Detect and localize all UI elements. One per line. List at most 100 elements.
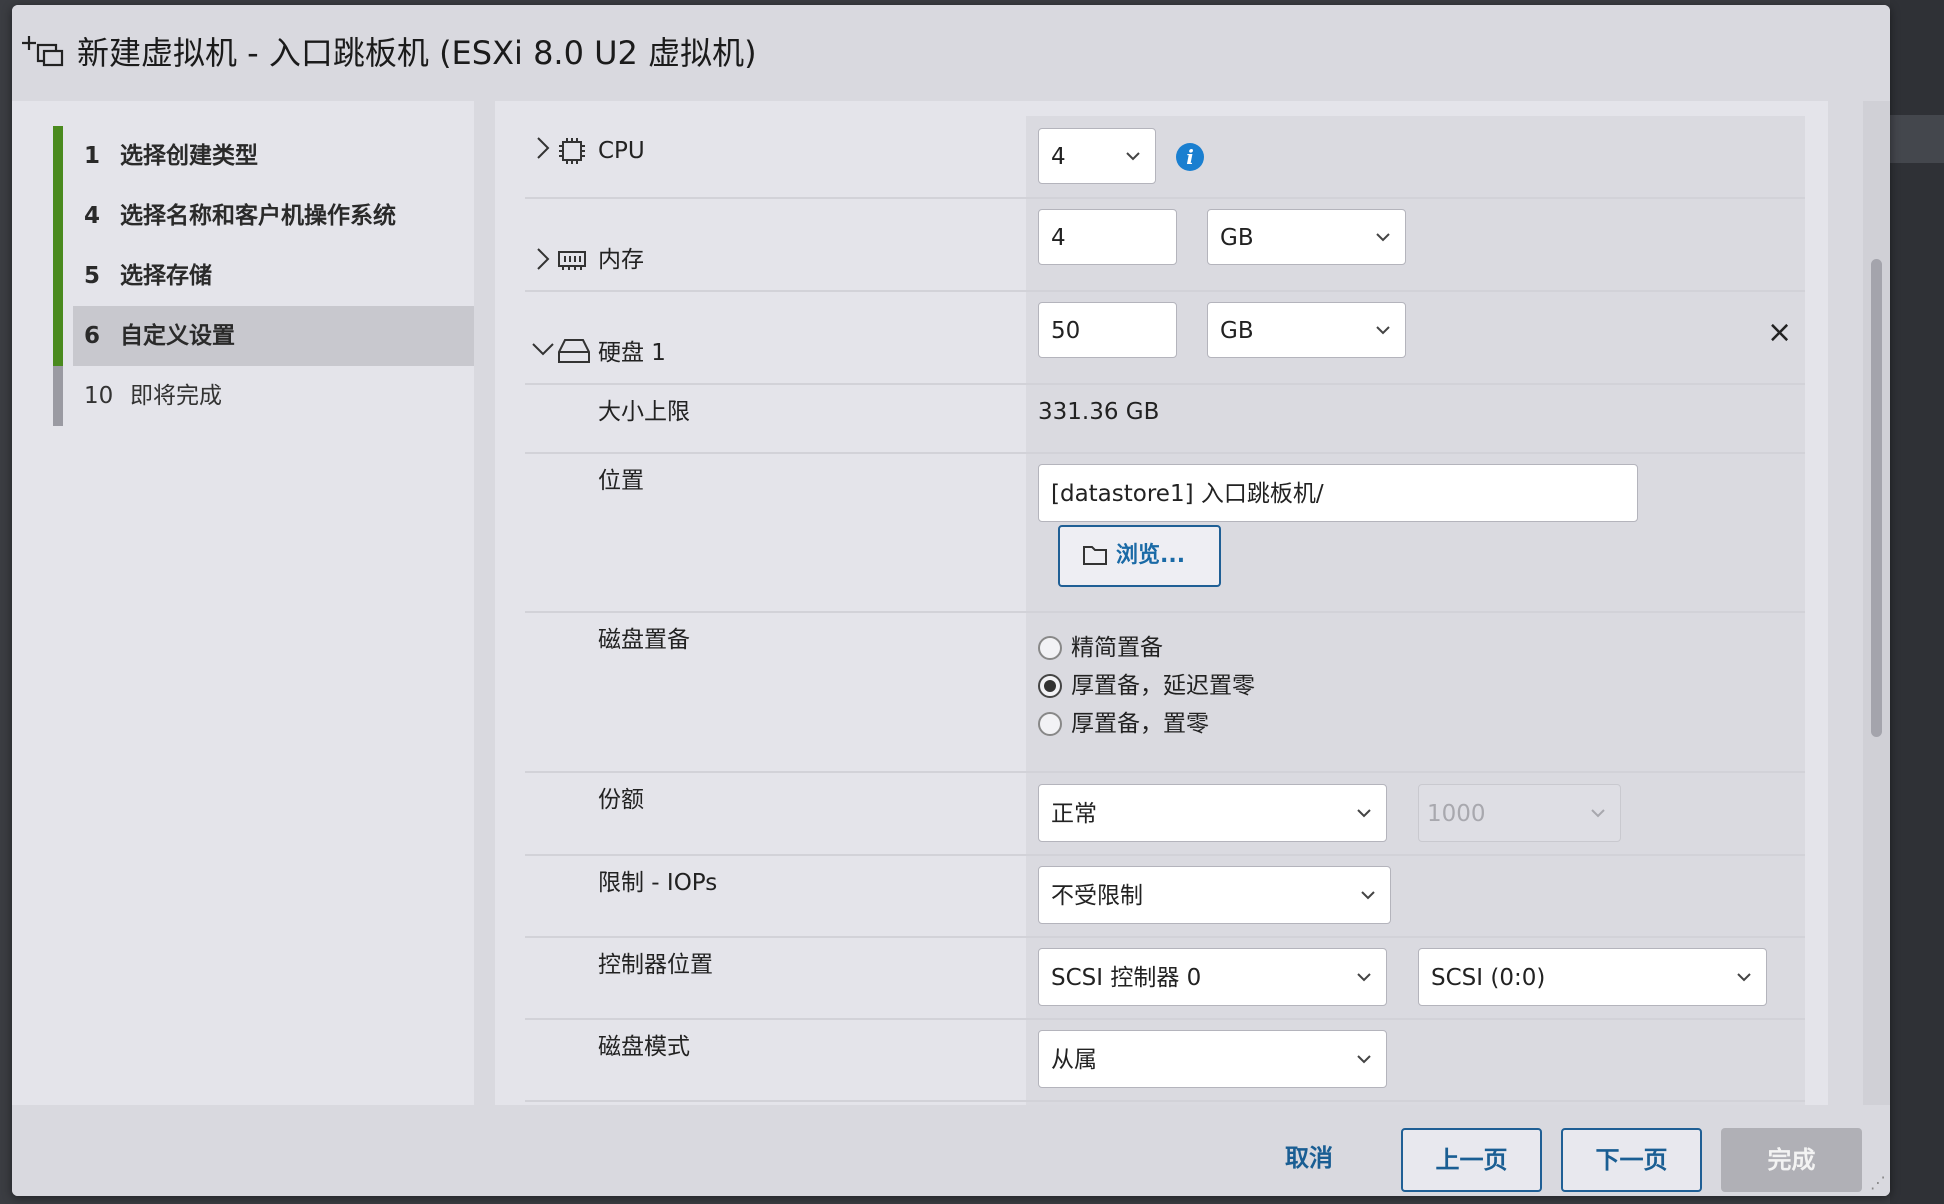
radio-button[interactable] bbox=[1038, 712, 1062, 736]
chevron-down-icon bbox=[1590, 785, 1606, 867]
info-icon[interactable]: i bbox=[1176, 143, 1204, 171]
wizard-step-5[interactable]: 5 选择存储 bbox=[53, 246, 474, 306]
row-value-cell: 精简置备 厚置备，延迟置零 厚置备，置零 bbox=[1026, 613, 1805, 771]
wizard-step-4[interactable]: 4 选择名称和客户机操作系统 bbox=[53, 186, 474, 246]
memory-label: 内存 bbox=[598, 247, 644, 273]
memory-size-input[interactable]: 4 bbox=[1038, 209, 1177, 265]
row-value-cell: 50 GB × bbox=[1026, 292, 1805, 383]
select-value: 正常 bbox=[1051, 801, 1097, 827]
max-size-value: 331.36 GB bbox=[1038, 399, 1160, 425]
cpu-icon bbox=[559, 138, 585, 164]
select-value: 从属 bbox=[1051, 1047, 1097, 1073]
chevron-down-icon bbox=[1375, 210, 1391, 289]
chevron-down-icon bbox=[1736, 949, 1752, 1031]
controller-location-row: 控制器位置 SCSI 控制器 0 SCSI (0:0) bbox=[525, 938, 1805, 1020]
row-label-cell: 磁盘模式 bbox=[525, 1020, 1024, 1100]
step-number: 4 bbox=[84, 203, 101, 229]
row-label-cell: 硬盘 1 bbox=[525, 292, 1024, 383]
row-value-cell: 不受限制 bbox=[1026, 856, 1805, 936]
select-value: 1000 bbox=[1427, 801, 1486, 827]
chevron-down-icon bbox=[1356, 785, 1372, 867]
new-vm-dialog: 新建虚拟机 - 入口跳板机 (ESXi 8.0 U2 虚拟机) 1 选择创建类型… bbox=[12, 5, 1890, 1196]
wizard-step-10[interactable]: 10 即将完成 bbox=[53, 366, 474, 426]
row-label-cell: CPU bbox=[525, 116, 1024, 197]
select-value: SCSI (0:0) bbox=[1431, 965, 1546, 991]
chevron-down-icon bbox=[1356, 949, 1372, 1031]
row-label-cell: 内存 bbox=[525, 199, 1024, 290]
limit-iops-row: 限制 - IOPs 不受限制 bbox=[525, 856, 1805, 938]
shares-select[interactable]: 正常 bbox=[1038, 784, 1387, 842]
cpu-row: CPU 4 i bbox=[525, 116, 1805, 199]
row-label-cell: 位置 bbox=[525, 454, 1024, 611]
step-status-bar bbox=[53, 366, 63, 426]
chevron-down-icon[interactable] bbox=[531, 339, 555, 365]
shares-amount-select: 1000 bbox=[1418, 784, 1621, 842]
controller-select[interactable]: SCSI 控制器 0 bbox=[1038, 948, 1387, 1006]
limit-iops-select[interactable]: 不受限制 bbox=[1038, 866, 1391, 924]
resize-grip-icon[interactable]: ⋰ bbox=[1870, 1173, 1886, 1192]
disk-mode-select[interactable]: 从属 bbox=[1038, 1030, 1387, 1088]
chevron-down-icon bbox=[1360, 867, 1376, 949]
provisioning-radio-group: 精简置备 厚置备，延迟置零 厚置备，置零 bbox=[1038, 633, 1438, 743]
radio-label: 精简置备 bbox=[1071, 635, 1163, 661]
row-value-cell: [datastore1] 入口跳板机/ 浏览... bbox=[1026, 454, 1805, 611]
finish-button: 完成 bbox=[1721, 1128, 1862, 1192]
backdrop bbox=[1890, 0, 1944, 1204]
cancel-button[interactable]: 取消 bbox=[1259, 1128, 1359, 1192]
select-value: GB bbox=[1220, 318, 1254, 344]
close-icon[interactable]: × bbox=[1767, 318, 1792, 348]
wizard-step-1[interactable]: 1 选择创建类型 bbox=[53, 126, 474, 186]
select-value: GB bbox=[1220, 225, 1254, 251]
step-number: 6 bbox=[84, 323, 101, 349]
virtual-hardware-panel: CPU 4 i 内存 4 GB 硬盘 1 50 GB × 大小上限 331.36… bbox=[495, 101, 1828, 1105]
location-label: 位置 bbox=[598, 468, 644, 494]
browse-button[interactable]: 浏览... bbox=[1058, 525, 1221, 587]
radio-button[interactable] bbox=[1038, 636, 1062, 660]
step-number: 5 bbox=[84, 263, 101, 289]
shares-label: 份额 bbox=[598, 787, 644, 813]
step-label: 即将完成 bbox=[130, 383, 222, 409]
memory-unit-select[interactable]: GB bbox=[1207, 209, 1406, 265]
cpu-label: CPU bbox=[598, 138, 645, 164]
row-label-cell: 大小上限 bbox=[525, 385, 1024, 452]
row-value-cell: 4 i bbox=[1026, 116, 1805, 197]
row-value-cell: 正常 1000 bbox=[1026, 773, 1805, 854]
shares-row: 份额 正常 1000 bbox=[525, 773, 1805, 856]
disk-provisioning-label: 磁盘置备 bbox=[598, 627, 690, 653]
controller-slot-select[interactable]: SCSI (0:0) bbox=[1418, 948, 1767, 1006]
step-label: 自定义设置 bbox=[120, 323, 235, 349]
disk-size-input[interactable]: 50 bbox=[1038, 302, 1177, 358]
location-input[interactable]: [datastore1] 入口跳板机/ bbox=[1038, 464, 1638, 522]
wizard-step-6[interactable]: 6 自定义设置 bbox=[53, 306, 474, 366]
disk-unit-select[interactable]: GB bbox=[1207, 302, 1406, 358]
step-label: 选择创建类型 bbox=[120, 143, 258, 169]
max-size-label: 大小上限 bbox=[598, 399, 690, 425]
dialog-header: 新建虚拟机 - 入口跳板机 (ESXi 8.0 U2 虚拟机) bbox=[12, 5, 1890, 101]
row-label-cell: 份额 bbox=[525, 773, 1024, 854]
browse-label: 浏览... bbox=[1116, 543, 1186, 568]
hard-disk-icon bbox=[558, 339, 590, 363]
chevron-down-icon bbox=[1375, 303, 1391, 382]
radio-button-selected[interactable] bbox=[1038, 674, 1062, 698]
chevron-right-icon[interactable] bbox=[535, 135, 551, 167]
select-value: SCSI 控制器 0 bbox=[1051, 965, 1202, 991]
wizard-steps-nav: 1 选择创建类型 4 选择名称和客户机操作系统 5 选择存储 6 自定义设置 1… bbox=[12, 101, 474, 1105]
row-value-cell: SCSI 控制器 0 SCSI (0:0) bbox=[1026, 938, 1805, 1018]
select-value: 不受限制 bbox=[1051, 883, 1143, 909]
folder-icon bbox=[1083, 546, 1107, 565]
cpu-count-select[interactable]: 4 bbox=[1038, 128, 1156, 184]
row-label-cell: 限制 - IOPs bbox=[525, 856, 1024, 936]
back-button[interactable]: 上一页 bbox=[1401, 1128, 1542, 1192]
next-button[interactable]: 下一页 bbox=[1561, 1128, 1702, 1192]
row-value-cell: 331.36 GB bbox=[1026, 385, 1805, 452]
chevron-right-icon[interactable] bbox=[535, 246, 551, 278]
step-number: 10 bbox=[84, 383, 114, 409]
radio-label: 厚置备，置零 bbox=[1071, 711, 1209, 737]
limit-iops-label: 限制 - IOPs bbox=[598, 870, 718, 896]
scrollbar[interactable] bbox=[1863, 101, 1890, 1105]
chevron-down-icon bbox=[1125, 129, 1141, 208]
chevron-down-icon bbox=[1356, 1031, 1372, 1105]
location-row: 位置 [datastore1] 入口跳板机/ 浏览... bbox=[525, 454, 1805, 613]
memory-row: 内存 4 GB bbox=[525, 199, 1805, 292]
scroll-thumb[interactable] bbox=[1871, 259, 1882, 737]
